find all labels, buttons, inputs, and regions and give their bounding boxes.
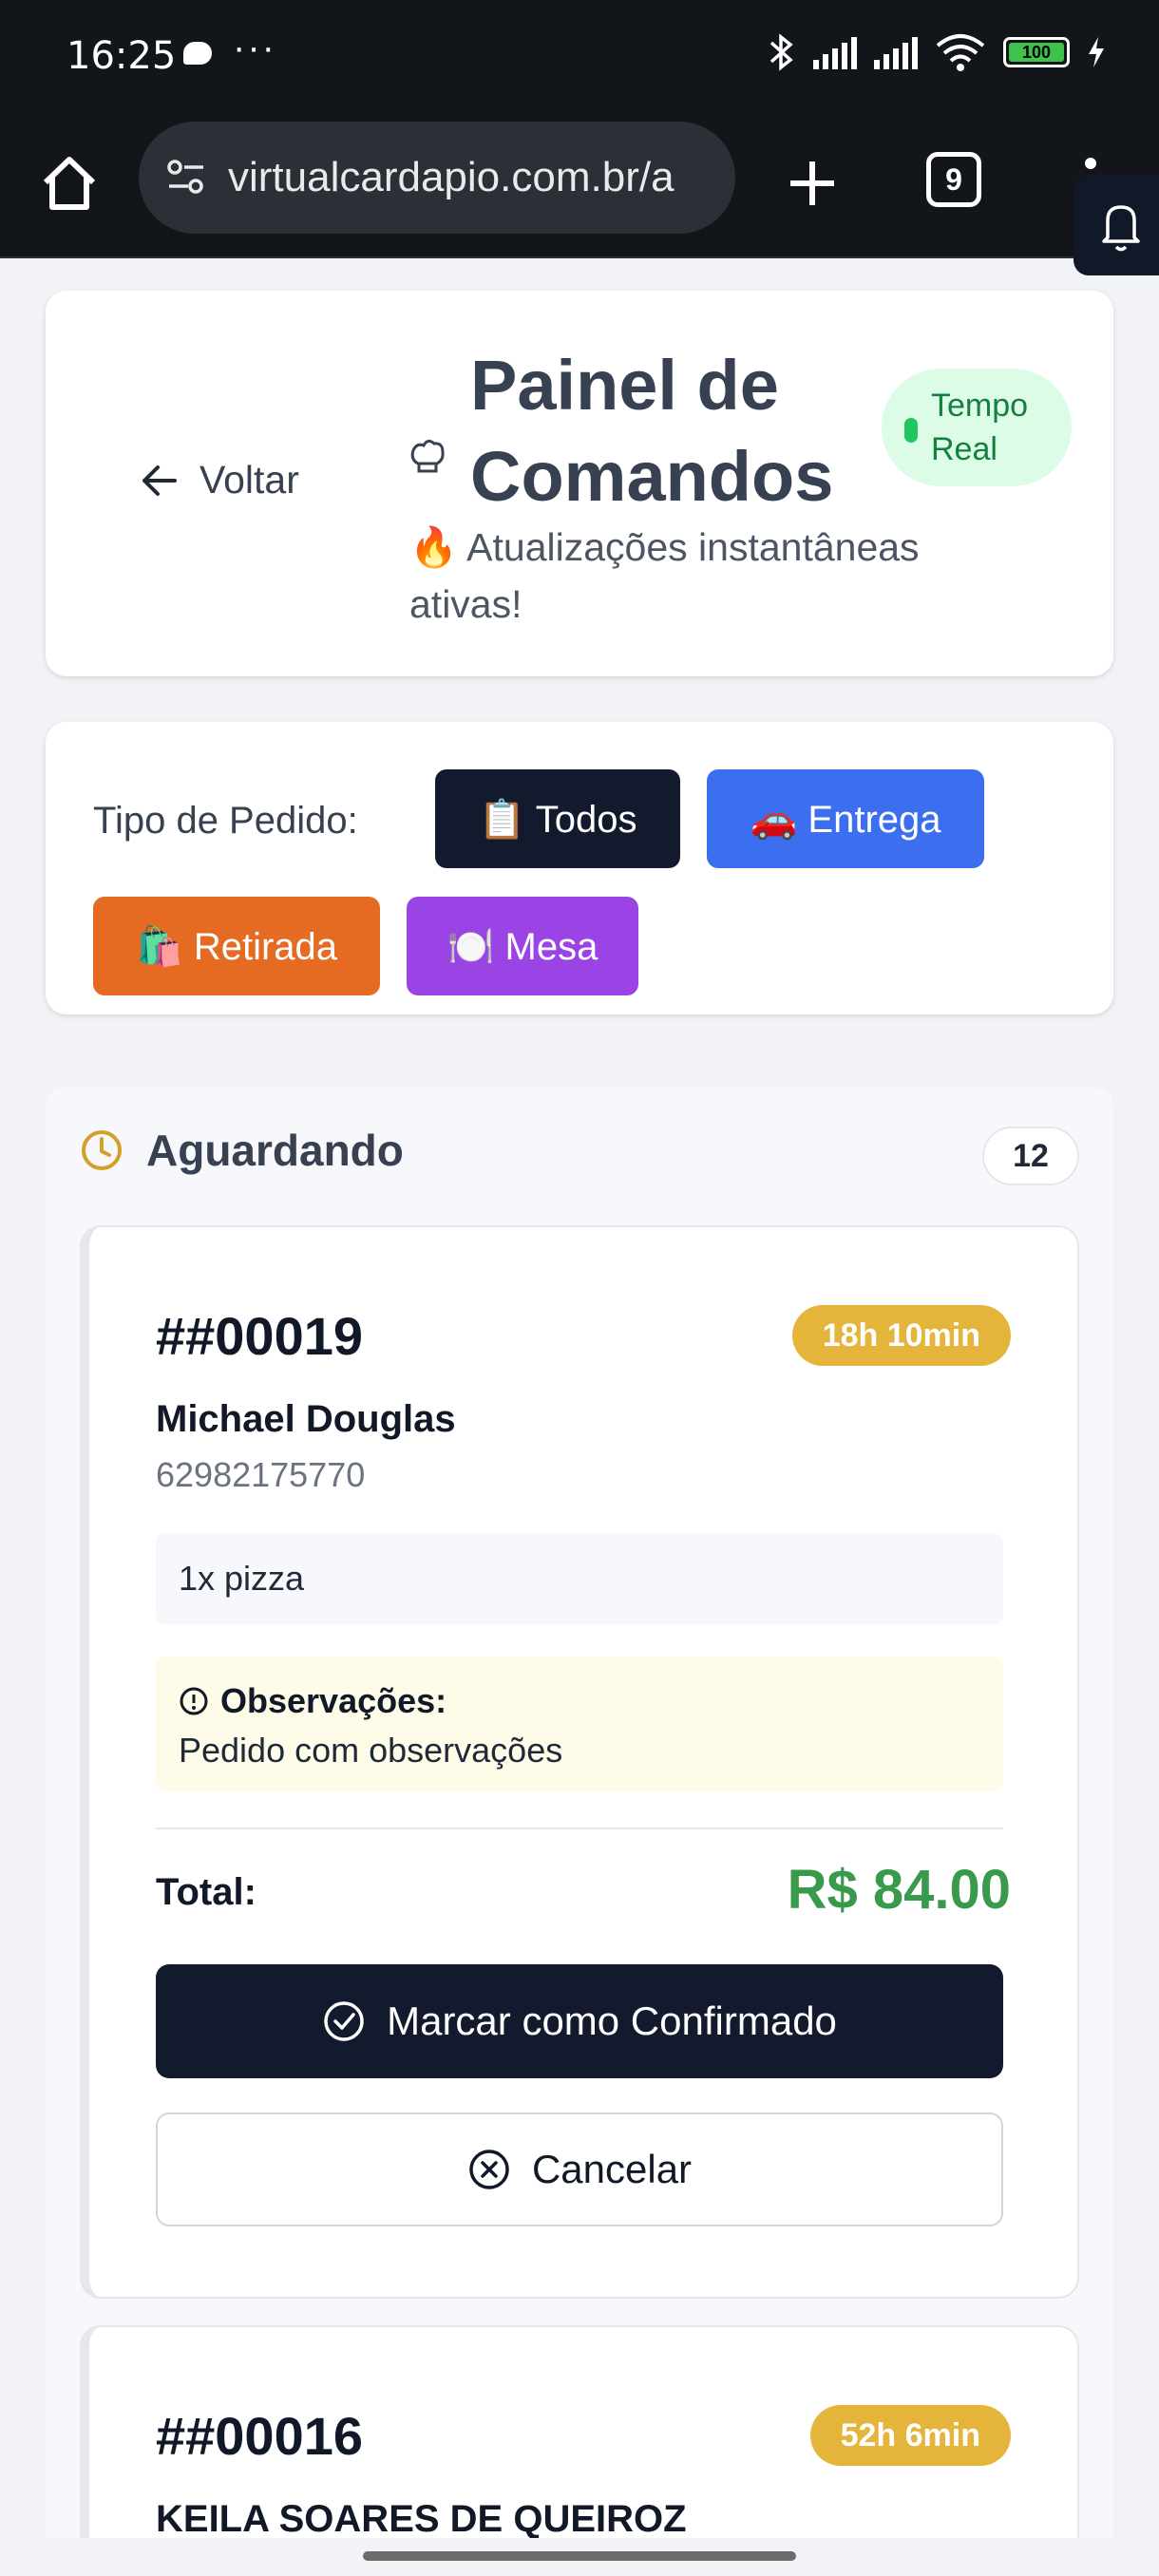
chat-notification-icon xyxy=(183,42,212,65)
page-content: Voltar Painel de Comandos 🔥 Atualizações… xyxy=(0,258,1159,2576)
system-icons: 100 xyxy=(768,32,1106,72)
x-circle-icon xyxy=(469,2150,509,2189)
waiting-column: Aguardando 12 ##00019 18h 10min Michael … xyxy=(46,1087,1113,2576)
filter-label: Tipo de Pedido: xyxy=(93,800,358,842)
new-tab-button[interactable] xyxy=(779,150,846,217)
status-bar: 16:25 ··· 100 xyxy=(0,0,1159,112)
customer-phone: 62982175770 xyxy=(156,1455,366,1494)
battery-icon: 100 xyxy=(1003,37,1070,67)
url-text: virtualcardapio.com.br/a xyxy=(228,154,674,200)
notes-header: Observações: xyxy=(179,1681,980,1721)
check-circle-icon xyxy=(324,2001,364,2041)
filter-all-button[interactable]: 📋 Todos xyxy=(435,769,680,868)
gesture-navigation-bar xyxy=(0,2538,1159,2576)
order-notes: Observações: Pedido com observações xyxy=(156,1657,1003,1791)
notes-label: Observações: xyxy=(220,1681,447,1720)
order-items: 1x pizza xyxy=(156,1533,1003,1624)
live-dot-icon xyxy=(904,418,918,443)
order-card[interactable]: ##00019 18h 10min Michael Douglas 629821… xyxy=(80,1225,1079,2299)
order-type-filter: Tipo de Pedido: 📋 Todos 🚗 Entrega 🛍️ Ret… xyxy=(46,722,1113,1014)
signal-1-icon xyxy=(813,35,857,69)
column-title: Aguardando xyxy=(146,1126,404,1175)
customer-name: Michael Douglas xyxy=(156,1398,456,1440)
customer-name: KEILA SOARES DE QUEIROZ xyxy=(156,2498,687,2540)
realtime-badge: Tempo Real xyxy=(882,369,1072,486)
more-notifications-icon: ··· xyxy=(233,27,276,68)
alert-circle-icon xyxy=(180,1687,208,1715)
back-button[interactable]: Voltar xyxy=(141,458,299,502)
notes-text: Pedido com observações xyxy=(179,1731,563,1770)
order-number: ##00019 xyxy=(156,1306,364,1366)
cancel-label: Cancelar xyxy=(531,2147,693,2191)
confirm-label: Marcar como Confirmado xyxy=(387,1998,837,2043)
tab-switcher-button[interactable]: 9 xyxy=(926,152,981,207)
order-count-badge: 12 xyxy=(982,1127,1079,1185)
address-bar[interactable]: virtualcardapio.com.br/a xyxy=(139,122,735,234)
bell-icon xyxy=(1102,205,1140,252)
filter-delivery-button[interactable]: 🚗 Entrega xyxy=(707,769,984,868)
total-value: R$ 84.00 xyxy=(787,1859,1011,1921)
signal-2-icon xyxy=(874,35,918,69)
confirm-order-button[interactable]: Marcar como Confirmado xyxy=(156,1964,1003,2078)
order-number: ##00016 xyxy=(156,2406,364,2466)
total-label: Total: xyxy=(156,1871,256,1913)
home-gesture-handle[interactable] xyxy=(363,2551,796,2561)
home-button[interactable] xyxy=(36,150,103,217)
column-header: Aguardando xyxy=(80,1125,404,1176)
clock-icon xyxy=(82,1130,122,1170)
cancel-order-button[interactable]: Cancelar xyxy=(156,2112,1003,2226)
arrow-left-icon xyxy=(142,464,177,496)
divider xyxy=(156,1828,1003,1829)
chef-hat-icon xyxy=(410,439,445,473)
back-label: Voltar xyxy=(200,458,299,502)
filter-table-button[interactable]: 🍽️ Mesa xyxy=(407,897,638,995)
wifi-icon xyxy=(936,34,985,71)
bluetooth-icon xyxy=(770,33,793,71)
browser-toolbar: virtualcardapio.com.br/a 9 xyxy=(0,112,1159,258)
charging-icon xyxy=(1089,37,1104,67)
elapsed-time-badge: 52h 6min xyxy=(809,2405,1011,2466)
status-time: 16:25 xyxy=(66,34,177,78)
elapsed-time-badge: 18h 10min xyxy=(791,1305,1011,1366)
page-title: Painel de Comandos xyxy=(470,346,834,516)
realtime-label: Tempo Real xyxy=(931,388,1029,467)
site-settings-icon[interactable] xyxy=(167,160,205,194)
filter-pickup-button[interactable]: 🛍️ Retirada xyxy=(93,897,380,995)
notifications-button[interactable] xyxy=(1074,175,1159,275)
page-subtitle: 🔥 Atualizações instantâneas ativas! xyxy=(409,525,920,626)
header-card: Voltar Painel de Comandos 🔥 Atualizações… xyxy=(46,291,1113,676)
